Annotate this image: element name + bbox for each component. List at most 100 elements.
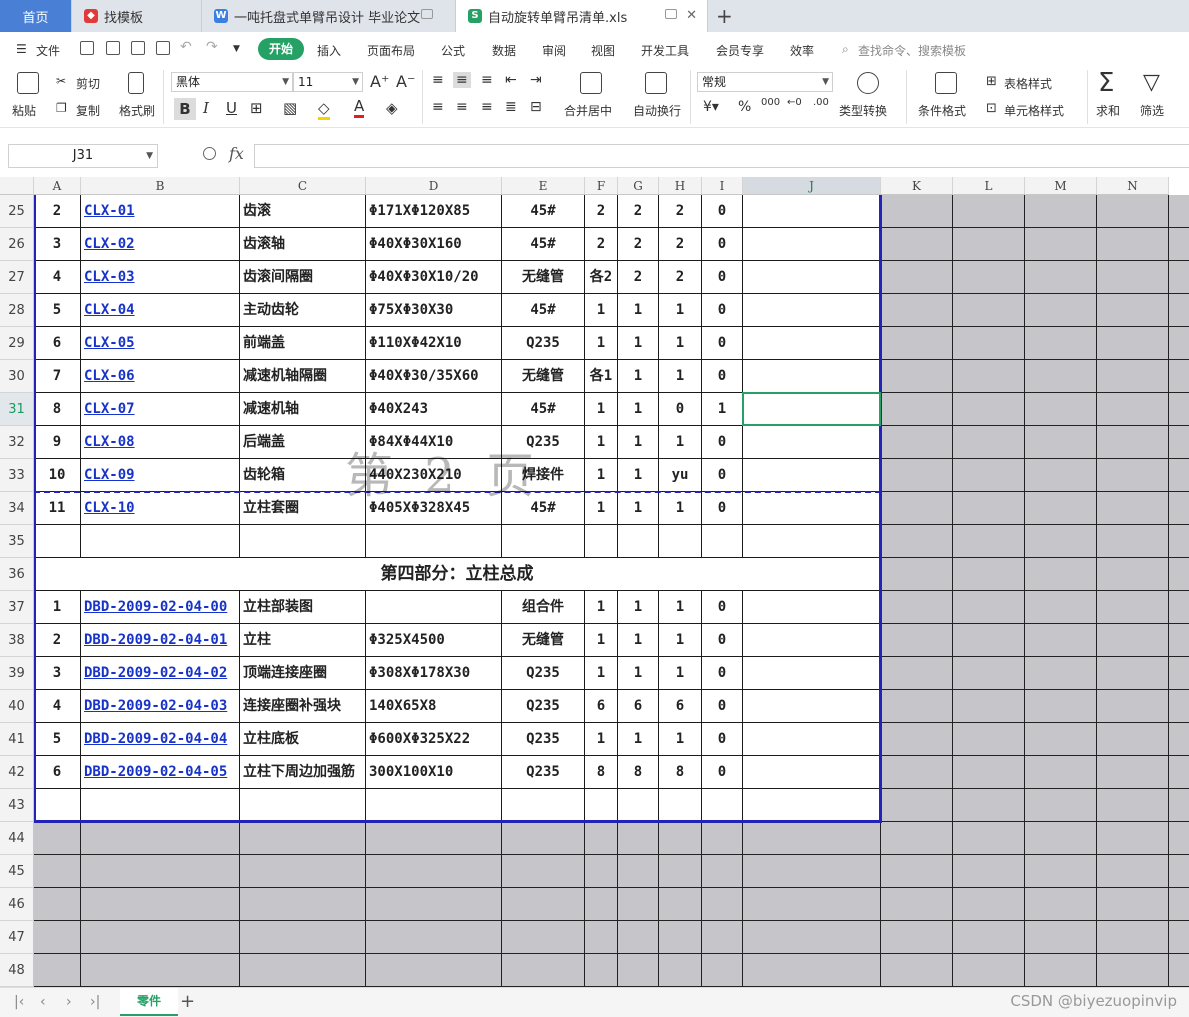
gray-cell[interactable]	[34, 921, 81, 954]
wrap-text-icon[interactable]	[645, 72, 667, 94]
menu-review[interactable]: 审阅	[542, 42, 566, 59]
table-cell[interactable]: 0	[702, 459, 743, 492]
table-cell[interactable]: 2	[618, 195, 659, 228]
table-cell[interactable]: Φ308XΦ178X30	[366, 657, 502, 690]
table-cell[interactable]: yu	[659, 459, 702, 492]
table-cell-j[interactable]	[743, 624, 881, 657]
table-cell[interactable]: 立柱下周边加强筋	[240, 756, 366, 789]
formula-input[interactable]	[254, 144, 1189, 168]
column-header-a[interactable]: A	[34, 177, 81, 195]
spreadsheet-grid[interactable]: A B C D E F G H I J K L M N 25 2 CLX-01 齿滚 Φ171XΦ120X85 45#…	[0, 177, 1189, 987]
table-cell[interactable]: 2	[659, 195, 702, 228]
table-cell[interactable]: 顶端连接座圈	[240, 657, 366, 690]
row-header-45[interactable]: 45	[0, 855, 34, 888]
gray-cell[interactable]	[81, 954, 240, 987]
table-cell[interactable]	[702, 789, 743, 822]
gray-cell[interactable]	[1025, 855, 1097, 888]
tab-sheet[interactable]: S 自动旋转单臂吊清单.xls ✕	[456, 0, 708, 32]
gray-cell[interactable]	[881, 459, 953, 492]
table-cell[interactable]	[34, 789, 81, 822]
drawing-link[interactable]: CLX-09	[81, 459, 240, 492]
table-cell[interactable]	[618, 525, 659, 558]
gray-cell[interactable]	[1025, 426, 1097, 459]
gray-cell[interactable]	[1169, 327, 1189, 360]
gray-cell[interactable]	[1169, 723, 1189, 756]
font-color-icon[interactable]: A	[354, 97, 365, 118]
gray-cell[interactable]	[1169, 525, 1189, 558]
table-cell[interactable]: 8	[659, 756, 702, 789]
table-cell[interactable]: Φ40XΦ30X10/20	[366, 261, 502, 294]
table-cell[interactable]: 1	[585, 393, 618, 426]
table-cell[interactable]: 齿滚间隔圈	[240, 261, 366, 294]
sum-icon[interactable]: Σ	[1098, 68, 1114, 98]
gray-cell[interactable]	[1097, 888, 1169, 921]
gray-cell[interactable]	[366, 954, 502, 987]
gray-cell[interactable]	[1169, 294, 1189, 327]
gray-cell[interactable]	[1169, 360, 1189, 393]
drawing-link[interactable]: DBD-2009-02-04-05	[81, 756, 240, 789]
gray-cell[interactable]	[659, 855, 702, 888]
gray-cell[interactable]	[1025, 591, 1097, 624]
drawing-link[interactable]: DBD-2009-02-04-00	[81, 591, 240, 624]
column-header-m[interactable]: M	[1025, 177, 1097, 195]
gray-cell[interactable]	[502, 888, 585, 921]
column-header-n[interactable]: N	[1097, 177, 1169, 195]
align-left-icon[interactable]: ≡	[432, 99, 444, 115]
table-cell[interactable]: Φ600XΦ325X22	[366, 723, 502, 756]
table-cell[interactable]	[618, 789, 659, 822]
table-cell[interactable]: 8	[618, 756, 659, 789]
drawing-link[interactable]: CLX-08	[81, 426, 240, 459]
align-bottom-icon[interactable]: ≡	[481, 72, 493, 88]
percent-icon[interactable]: %	[738, 99, 751, 115]
increase-font-icon[interactable]: A⁺	[370, 72, 389, 91]
gray-cell[interactable]	[1097, 558, 1169, 591]
gray-cell[interactable]	[659, 888, 702, 921]
gray-cell[interactable]	[953, 327, 1025, 360]
gray-cell[interactable]	[240, 822, 366, 855]
table-cell[interactable]: 5	[34, 723, 81, 756]
gray-cell[interactable]	[881, 360, 953, 393]
gray-cell[interactable]	[881, 195, 953, 228]
gray-cell[interactable]	[1025, 459, 1097, 492]
conditional-format-icon[interactable]	[935, 72, 957, 94]
table-cell[interactable]: 1	[585, 657, 618, 690]
drawing-link[interactable]: DBD-2009-02-04-02	[81, 657, 240, 690]
currency-icon[interactable]: ¥▾	[703, 99, 719, 115]
table-cell[interactable]	[240, 789, 366, 822]
print-preview-icon[interactable]	[156, 41, 170, 55]
table-cell[interactable]: Q235	[502, 756, 585, 789]
table-cell[interactable]: 无缝管	[502, 624, 585, 657]
row-header-29[interactable]: 29	[0, 327, 34, 360]
gray-cell[interactable]	[1097, 690, 1169, 723]
fill-pattern-icon[interactable]: ▧	[283, 99, 297, 117]
column-header-c[interactable]: C	[240, 177, 366, 195]
table-cell[interactable]	[240, 525, 366, 558]
table-cell[interactable]: 0	[702, 426, 743, 459]
gray-cell[interactable]	[1025, 360, 1097, 393]
table-cell[interactable]: 1	[659, 657, 702, 690]
menu-start[interactable]: 开始	[258, 38, 304, 60]
tab-word-doc[interactable]: W 一吨托盘式单臂吊设计 毕业论文	[202, 0, 456, 32]
undo-icon[interactable]: ↶	[180, 39, 192, 55]
table-cell[interactable]: 1	[618, 591, 659, 624]
row-header-40[interactable]: 40	[0, 690, 34, 723]
select-all-corner[interactable]	[0, 177, 34, 195]
table-cell[interactable]	[366, 525, 502, 558]
table-cell[interactable]	[702, 525, 743, 558]
column-header-f[interactable]: F	[585, 177, 618, 195]
gray-cell[interactable]	[953, 492, 1025, 525]
align-right-icon[interactable]: ≡	[481, 99, 493, 115]
gray-cell[interactable]	[953, 393, 1025, 426]
first-sheet-icon[interactable]: |‹	[14, 994, 24, 1010]
gray-cell[interactable]	[1169, 756, 1189, 789]
gray-cell[interactable]	[1025, 789, 1097, 822]
table-cell-j[interactable]	[743, 492, 881, 525]
gray-cell[interactable]	[1025, 228, 1097, 261]
gray-cell[interactable]	[1097, 921, 1169, 954]
gray-cell[interactable]	[953, 261, 1025, 294]
column-header-b[interactable]: B	[81, 177, 240, 195]
gray-cell[interactable]	[585, 888, 618, 921]
gray-cell[interactable]	[953, 756, 1025, 789]
gray-cell[interactable]	[1025, 624, 1097, 657]
table-cell[interactable]: 11	[34, 492, 81, 525]
